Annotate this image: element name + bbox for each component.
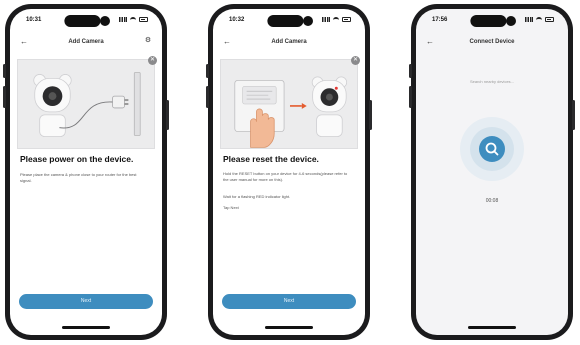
page-title: Add Camera xyxy=(68,39,104,45)
screen-power-on: 10:31 ← Add Camera ⚙ ✕ Please power on t… xyxy=(10,9,162,335)
battery-icon xyxy=(139,17,148,22)
next-button[interactable]: Next xyxy=(19,294,153,309)
nav-bar: ← Add Camera xyxy=(213,36,365,50)
close-icon[interactable]: ✕ xyxy=(351,56,360,65)
status-bar: 17:56 xyxy=(416,9,568,35)
camera-dot xyxy=(506,16,516,26)
wifi-icon xyxy=(333,17,339,22)
wifi-icon xyxy=(536,17,542,22)
search-pulse xyxy=(460,117,524,181)
battery-icon xyxy=(545,17,554,22)
nav-bar: ← Add Camera ⚙ xyxy=(10,36,162,50)
step-heading: Please reset the device. xyxy=(223,154,319,164)
home-indicator xyxy=(62,326,110,329)
signal-icon xyxy=(525,17,533,22)
close-icon[interactable]: ✕ xyxy=(148,56,157,65)
volume-button xyxy=(409,64,412,78)
power-button xyxy=(572,100,575,130)
volume-button xyxy=(409,86,412,108)
screen-connect-device: 17:56 ← Connect Device Search nearby dev… xyxy=(416,9,568,335)
nav-bar: ← Connect Device xyxy=(416,36,568,50)
search-button xyxy=(479,136,505,162)
wifi-icon xyxy=(130,17,136,22)
power-illustration: ✕ xyxy=(17,56,157,149)
step-instruction-3: Tap Next xyxy=(223,205,239,210)
camera-dot xyxy=(100,16,110,26)
volume-button xyxy=(206,86,209,108)
status-time: 17:56 xyxy=(432,17,448,23)
status-time: 10:32 xyxy=(229,17,245,23)
screen-reset: 10:32 ← Add Camera ✕ Please reset the de… xyxy=(213,9,365,335)
page-title: Add Camera xyxy=(271,39,307,45)
battery-icon xyxy=(342,17,351,22)
status-icons xyxy=(525,17,554,22)
step-instruction: Please place the camera & phone close to… xyxy=(20,172,137,183)
dynamic-island xyxy=(64,15,101,27)
page-title: Connect Device xyxy=(469,39,515,45)
status-icons xyxy=(119,17,148,22)
phone-3: 17:56 ← Connect Device Search nearby dev… xyxy=(409,4,575,340)
volume-button xyxy=(3,64,6,78)
search-timer: 00:08 xyxy=(485,198,499,204)
status-time: 10:31 xyxy=(26,17,42,23)
next-button[interactable]: Next xyxy=(222,294,356,309)
dynamic-island xyxy=(470,15,507,27)
volume-button xyxy=(3,86,6,108)
status-bar: 10:32 xyxy=(213,9,365,35)
step-heading: Please power on the device. xyxy=(20,154,134,164)
step-instruction-2: Wait for a flashing RED indicator light. xyxy=(223,194,291,199)
dynamic-island xyxy=(267,15,304,27)
phone-2: 10:32 ← Add Camera ✕ Please reset the de… xyxy=(206,4,372,340)
home-indicator xyxy=(265,326,313,329)
signal-icon xyxy=(322,17,330,22)
search-icon xyxy=(485,142,499,156)
camera-plug-illustration xyxy=(33,72,141,137)
phone-1: 10:31 ← Add Camera ⚙ ✕ Please power on t… xyxy=(3,4,169,340)
searching-text: Search nearby devices... xyxy=(469,79,515,84)
help-icon[interactable]: ⚙ xyxy=(144,37,152,45)
power-button xyxy=(166,100,169,130)
power-button xyxy=(369,100,372,130)
volume-button xyxy=(206,64,209,78)
search-pulse-ring xyxy=(470,127,514,171)
status-icons xyxy=(322,17,351,22)
reset-illustration: ✕ xyxy=(220,56,360,149)
reset-hand-illustration xyxy=(234,76,348,148)
status-bar: 10:31 xyxy=(10,9,162,35)
home-indicator xyxy=(468,326,516,329)
camera-dot xyxy=(303,16,313,26)
step-instruction-1: Hold the RESET button on your device for… xyxy=(223,171,348,182)
signal-icon xyxy=(119,17,127,22)
